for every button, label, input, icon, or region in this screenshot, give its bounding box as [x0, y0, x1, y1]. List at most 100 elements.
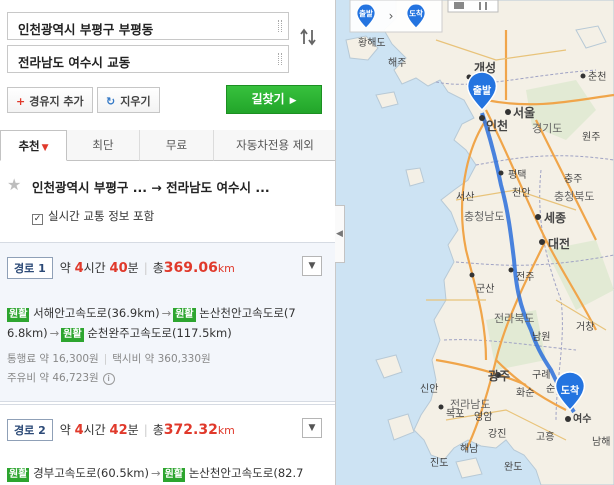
route-distance: 총369.06km — [152, 260, 235, 276]
expand-route-button[interactable]: ▼ — [302, 418, 322, 438]
map-label: 광주 — [488, 368, 510, 383]
arrow-right-icon: → — [150, 466, 161, 480]
tab-label: 최단 — [92, 138, 114, 152]
road-name-cont: 6.8km) — [7, 326, 48, 340]
map-label: 구례 — [532, 369, 550, 381]
map-label: 세종 — [544, 210, 566, 225]
map-label: 천안 — [512, 187, 530, 199]
map-label: 서산 — [456, 191, 474, 203]
collapse-panel-button[interactable]: ◀ — [335, 205, 345, 263]
drag-handle-icon[interactable] — [278, 53, 282, 65]
swap-arrows-icon — [300, 28, 316, 46]
start-address-field[interactable]: 인천광역시 부평구 부평동 — [7, 12, 289, 40]
tab-label: 추천 — [18, 139, 40, 153]
tab-recommended[interactable]: 추천 ▼ — [0, 130, 67, 161]
clear-label: 지우기 — [120, 95, 151, 108]
map-label: 경기도 — [532, 122, 562, 135]
route-card-2[interactable]: 경로 2 약 4시간 42분 | 총372.32km ▼ 원활 경부고속도로(60.5… — [0, 404, 335, 485]
end-marker-label: 도착 — [561, 384, 580, 397]
road-line-2: 6.8km) → 원활 순천완주고속도로(117.5km) — [7, 323, 324, 343]
map-label: 남원 — [532, 331, 550, 343]
tab-free[interactable]: 무료 — [140, 130, 214, 161]
info-icon[interactable]: i — [102, 373, 115, 385]
map-label: 진도 — [430, 457, 448, 469]
map-label: 군산 — [476, 283, 494, 295]
road-name: 경부고속도로(60.5km) — [33, 466, 149, 480]
map-view[interactable]: 황해도 해주 개성 춘천 서울 인천 경기도 원주 평택 충주 충청북도 서산 … — [336, 0, 614, 485]
road-line-1: 원활 경부고속도로(60.5km) → 원활 논산천안고속도로(82.7 — [7, 463, 324, 483]
map-label: 해주 — [388, 56, 406, 69]
map-mode-toolbar[interactable] — [447, 0, 499, 13]
map-label: 화순 — [516, 387, 534, 399]
map-label: 해남 — [460, 442, 478, 455]
fuel-cost: 주유비 약 46,723원 — [7, 372, 99, 384]
legend-end: 도착 — [409, 8, 423, 18]
traffic-status-badge: 원활 — [173, 308, 196, 322]
toll-cost: 통행료 약 16,300원 — [7, 353, 99, 365]
map-label: 전주 — [516, 271, 534, 283]
route-summary: ★ 인천광역시 부평구 ... → 전라남도 여수시 ... — [0, 172, 335, 198]
route-badge: 경로 1 — [7, 257, 53, 279]
map-label: 남해 — [592, 435, 610, 448]
route-header: 경로 1 약 4시간 40분 | 총369.06km — [7, 257, 235, 279]
expand-route-button[interactable]: ▼ — [302, 256, 322, 276]
start-marker-label: 출발 — [473, 84, 492, 97]
realtime-checkbox[interactable]: ✓ — [32, 214, 43, 225]
route-time: 약 4시간 42분 — [59, 423, 139, 438]
divider: | — [143, 423, 148, 437]
traffic-status-badge: 원활 — [7, 308, 30, 322]
search-route-button[interactable]: 길찾기 ▶ — [226, 85, 322, 114]
road-name: 논산천안고속도로(82.7 — [188, 466, 304, 480]
tab-shortest[interactable]: 최단 — [67, 130, 140, 161]
map-canvas[interactable]: 황해도 해주 개성 춘천 서울 인천 경기도 원주 평택 충주 충청북도 서산 … — [336, 0, 614, 485]
route-distance: 총372.32km — [152, 422, 235, 438]
map-label: 전라북도 — [494, 312, 534, 325]
tab-exclude-motorway[interactable]: 자동차전용 제외 — [214, 130, 335, 161]
map-label: 충청북도 — [554, 190, 594, 203]
map-label: 목포 — [446, 408, 464, 420]
plus-icon: + — [16, 95, 26, 108]
map-label: 강진 — [488, 428, 506, 440]
swap-button[interactable] — [296, 28, 320, 52]
add-waypoint-button[interactable]: + 경유지 추가 — [7, 87, 93, 113]
realtime-label: 실시간 교통 정보 포함 — [48, 209, 155, 223]
cost-line-2: 주유비 약 46,723원 i — [7, 370, 115, 385]
end-address-text: 전라남도 여수시 교동 — [18, 55, 131, 70]
route-panel: 인천광역시 부평구 부평동 전라남도 여수시 교동 + 경유지 추가 ↻ 지우기 길… — [0, 0, 336, 485]
end-address-field[interactable]: 전라남도 여수시 교동 — [7, 45, 289, 73]
refresh-icon: ↻ — [106, 95, 116, 108]
divider: | — [103, 353, 108, 365]
route-card-1[interactable]: 경로 1 약 4시간 40분 | 총369.06km ▼ 원활 서해안고속도로(36.… — [0, 242, 335, 402]
map-label: 원주 — [582, 131, 600, 143]
route-time: 약 4시간 40분 — [59, 261, 139, 276]
route-badge: 경로 2 — [7, 419, 53, 441]
traffic-status-badge: 원활 — [7, 468, 30, 482]
map-legend: 출발 › 도착 — [349, 0, 443, 33]
route-header: 경로 2 약 4시간 42분 | 총372.32km — [7, 419, 235, 441]
map-label: 고흥 — [536, 430, 554, 443]
map-label: 황해도 — [358, 36, 386, 49]
road-line-1: 원활 서해안고속도로(36.9km) → 원활 논산천안고속도로(7 — [7, 303, 324, 323]
map-label: 신안 — [420, 383, 438, 395]
star-icon[interactable]: ★ — [7, 175, 21, 194]
map-label: 여수 — [573, 412, 591, 425]
map-label: 춘천 — [588, 71, 606, 83]
taxi-cost: 택시비 약 360,330원 — [112, 353, 211, 365]
car-icon[interactable] — [454, 2, 464, 9]
road-name: 논산천안고속도로(7 — [199, 306, 296, 320]
arrow-right-icon: → — [49, 326, 60, 340]
tab-label: 무료 — [165, 138, 188, 152]
map-label: 서울 — [513, 105, 535, 120]
map-label: 평택 — [508, 169, 526, 181]
start-address-text: 인천광역시 부평구 부평동 — [18, 22, 154, 37]
route-option-tabs: 추천 ▼ 최단 무료 자동차전용 제외 — [0, 130, 335, 161]
clear-button[interactable]: ↻ 지우기 — [97, 87, 160, 113]
road-name: 서해안고속도로(36.9km) — [33, 306, 160, 320]
realtime-traffic-option[interactable]: ✓ 실시간 교통 정보 포함 — [32, 208, 154, 225]
play-arrow-icon: ▶ — [289, 96, 297, 106]
map-label: 인천 — [486, 118, 508, 133]
drag-handle-icon[interactable] — [278, 20, 282, 32]
traffic-status-badge: 원활 — [61, 328, 84, 342]
tab-label: 자동차전용 제외 — [236, 138, 314, 152]
arrow-right-icon: → — [161, 306, 172, 320]
